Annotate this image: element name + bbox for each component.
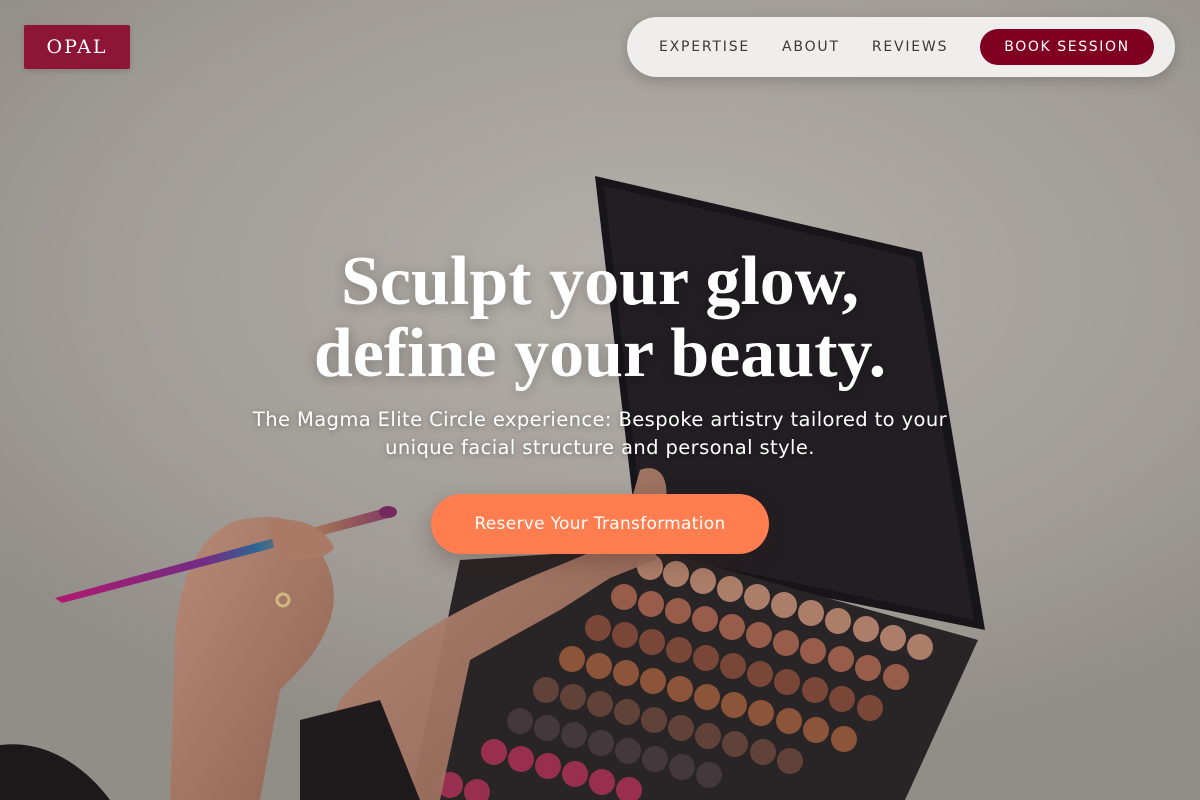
hero-section <box>0 0 1200 800</box>
nav-link-expertise[interactable]: EXPERTISE <box>659 39 750 55</box>
nav-link-about[interactable]: ABOUT <box>782 39 840 55</box>
main-navigation: EXPERTISE ABOUT REVIEWS BOOK SESSION <box>627 17 1175 77</box>
hero-headline-line2: define your beauty. <box>313 315 887 392</box>
book-session-button[interactable]: BOOK SESSION <box>980 29 1154 65</box>
hero-subtext: The Magma Elite Circle experience: Bespo… <box>252 408 948 459</box>
nav-link-reviews[interactable]: REVIEWS <box>872 39 948 55</box>
hero-dim-overlay <box>0 0 1200 800</box>
hero-headline: Sculpt your glow, define your beauty. <box>0 246 1200 390</box>
brand-logo[interactable]: OPAL <box>24 25 130 69</box>
reserve-transformation-button[interactable]: Reserve Your Transformation <box>431 494 769 554</box>
hero-headline-line1: Sculpt your glow, <box>341 243 859 320</box>
